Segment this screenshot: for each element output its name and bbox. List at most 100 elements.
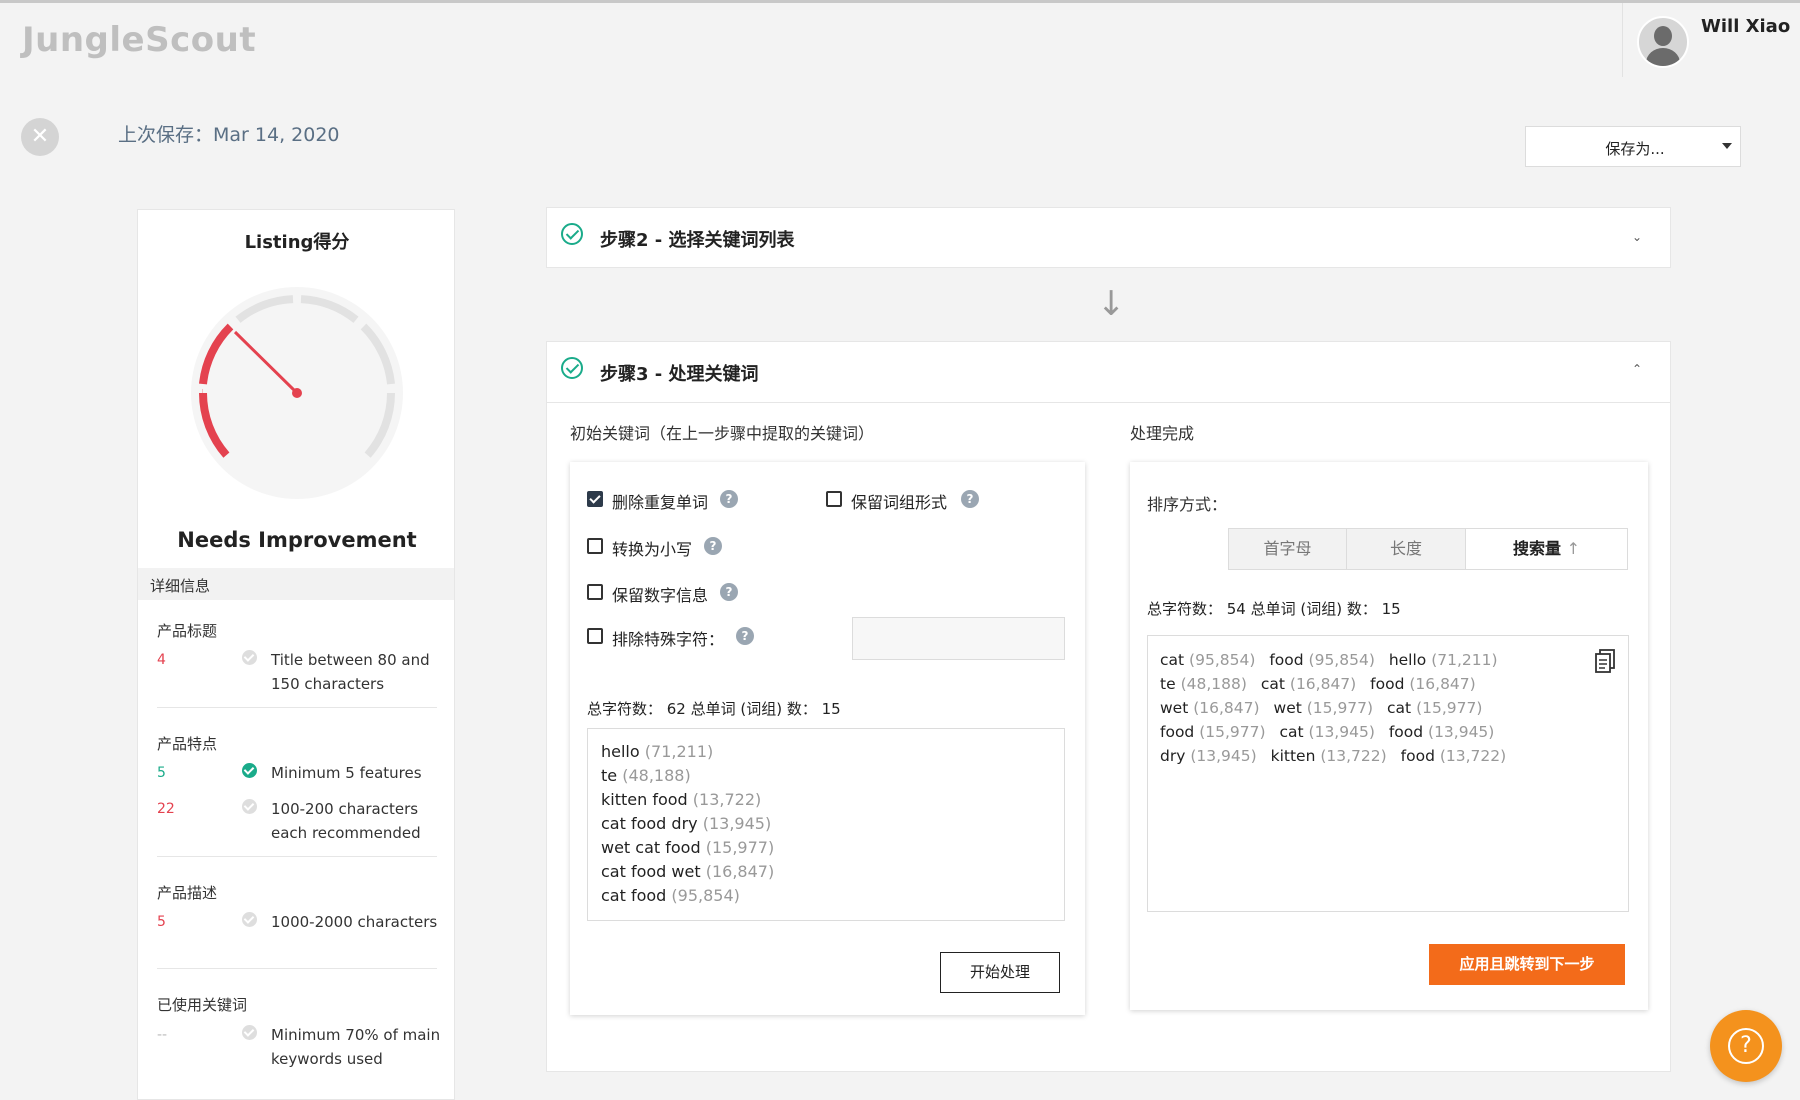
features-chars-count: 22: [157, 801, 175, 817]
initial-keywords-card: 删除重复单词 ? 保留词组形式 ? 转换为小写 ? 保留数字信息 ? 排除特殊字…: [570, 462, 1085, 1015]
remove-duplicates-checkbox[interactable]: [587, 491, 603, 507]
keep-numbers-checkbox[interactable]: [587, 584, 603, 600]
check-circle-icon: [561, 223, 583, 245]
list-item: food (15,977): [1160, 723, 1266, 741]
processed-keywords-list[interactable]: cat (95,854) food (95,854) hello (71,211…: [1147, 635, 1629, 912]
copy-icon[interactable]: [1594, 648, 1616, 674]
help-icon: ?: [1728, 1028, 1764, 1064]
list-item: hello (71,211): [601, 742, 714, 761]
section-title-label: 产品标题: [157, 622, 218, 640]
processed-keywords-card: 排序方式： 首字母 长度 搜索量 ↑ 总字符数： 54 总单词 (词组) 数： …: [1130, 462, 1648, 1010]
processed-keywords-wrap: cat (95,854) food (95,854) hello (71,211…: [1160, 648, 1580, 768]
list-item: cat (13,945): [1279, 723, 1375, 741]
remove-duplicates-label[interactable]: 删除重复单词: [612, 489, 708, 513]
user-name[interactable]: Will Xiao: [1701, 16, 1790, 37]
check-circle-icon: [242, 1025, 257, 1040]
last-saved-text: 上次保存：Mar 14, 2020: [118, 124, 340, 146]
check-circle-icon: [242, 763, 257, 778]
sort-alpha-button[interactable]: 首字母: [1229, 529, 1347, 569]
keep-numbers-label[interactable]: 保留数字信息: [612, 582, 708, 606]
sort-label: 排序方式：: [1147, 495, 1228, 514]
check-circle-icon: [242, 912, 257, 927]
check-circle-icon: [242, 650, 257, 665]
details-header: 详细信息: [138, 568, 454, 600]
features-count: 5: [157, 765, 166, 781]
help-icon[interactable]: ?: [720, 583, 738, 601]
junglescout-logo[interactable]: JungleScout: [22, 20, 256, 60]
arrow-down-icon: ↓: [1097, 284, 1126, 324]
list-item: food (16,847): [1370, 675, 1476, 693]
score-gauge: [191, 287, 403, 499]
list-item: wet cat food (15,977): [601, 838, 775, 857]
list-item: te (48,188): [601, 766, 691, 785]
list-item: cat (95,854): [1160, 651, 1256, 669]
list-item: kitten food (13,722): [601, 790, 762, 809]
chevron-up-icon[interactable]: ⌃: [1632, 362, 1642, 376]
list-item: hello (71,211): [1388, 651, 1498, 669]
title-count: 4: [157, 652, 166, 668]
sort-button-group: 首字母 长度 搜索量 ↑: [1228, 528, 1628, 570]
initial-keywords-list[interactable]: hello (71,211) te (48,188) kitten food (…: [587, 728, 1065, 921]
help-fab-button[interactable]: ?: [1710, 1010, 1782, 1082]
list-item: food (13,945): [1388, 723, 1495, 741]
list-item: cat food (95,854): [601, 886, 740, 905]
score-status: Needs Improvement: [177, 528, 417, 552]
keywords-count: --: [157, 1027, 168, 1043]
list-item: food (13,722): [1400, 747, 1507, 765]
initial-keywords-title: 初始关键词（在上一步骤中提取的关键词）: [570, 424, 875, 443]
user-menu[interactable]: Will Xiao: [1622, 3, 1800, 77]
list-item: cat food wet (16,847): [601, 862, 775, 881]
step2-title[interactable]: 步骤2 - 选择关键词列表: [600, 226, 795, 252]
list-item: dry (13,945): [1160, 747, 1257, 765]
sort-length-button[interactable]: 长度: [1347, 529, 1466, 569]
divider: [157, 968, 437, 969]
avatar[interactable]: [1637, 16, 1689, 68]
title-requirement: Title between 80 and 150 characters: [271, 651, 430, 693]
lowercase-checkbox[interactable]: [587, 538, 603, 554]
sort-asc-icon: ↑: [1566, 539, 1580, 558]
exclude-special-label[interactable]: 排除特殊字符：: [612, 626, 724, 650]
help-icon[interactable]: ?: [704, 537, 722, 555]
list-item: food (95,854): [1269, 651, 1375, 669]
step3-title[interactable]: 步骤3 - 处理关键词: [600, 360, 759, 386]
features-chars-requirement: 100-200 characters each recommended: [271, 800, 421, 842]
save-as-dropdown[interactable]: 保存为...: [1525, 126, 1741, 167]
gauge-pivot: [292, 388, 302, 398]
section-keywords-label: 已使用关键词: [157, 996, 248, 1014]
processed-title: 处理完成: [1130, 424, 1195, 443]
list-item: te (48,188): [1160, 675, 1247, 693]
step2-panel[interactable]: 步骤2 - 选择关键词列表 ⌄: [546, 207, 1671, 268]
help-icon[interactable]: ?: [736, 627, 754, 645]
divider: [547, 402, 1670, 403]
keep-phrase-checkbox[interactable]: [826, 491, 842, 507]
list-item: cat (15,977): [1387, 699, 1483, 717]
details-label: 详细信息: [150, 577, 211, 595]
initial-stats: 总字符数： 62 总单词 (词组) 数： 15: [587, 700, 841, 718]
description-requirement: 1000-2000 characters: [271, 913, 438, 931]
exclude-special-checkbox[interactable]: [587, 628, 603, 644]
help-icon[interactable]: ?: [720, 490, 738, 508]
close-icon[interactable]: ✕: [21, 118, 59, 156]
description-count: 5: [157, 914, 166, 930]
score-title: Listing得分: [244, 232, 350, 253]
section-description-label: 产品描述: [157, 884, 218, 902]
special-chars-input[interactable]: [852, 617, 1065, 660]
features-requirement: Minimum 5 features: [271, 764, 422, 782]
sort-volume-button[interactable]: 搜索量 ↑: [1466, 529, 1627, 569]
list-item: wet (16,847): [1160, 699, 1260, 717]
keywords-requirement: Minimum 70% of main keywords used: [271, 1026, 441, 1068]
start-processing-button[interactable]: 开始处理: [940, 952, 1060, 993]
list-item: cat (16,847): [1260, 675, 1357, 693]
keep-phrase-label[interactable]: 保留词组形式: [851, 489, 947, 513]
apply-next-button[interactable]: 应用且跳转到下一步: [1429, 944, 1625, 985]
step3-panel: 步骤3 - 处理关键词 ⌃ 初始关键词（在上一步骤中提取的关键词） 处理完成 删…: [546, 341, 1671, 1072]
save-as-label: 保存为...: [1605, 140, 1665, 158]
check-circle-icon: [561, 357, 583, 379]
top-border: [0, 0, 1800, 3]
divider: [157, 856, 437, 857]
listing-score-panel: Listing得分 Needs Improvement 详细信息 产品标题 4 …: [137, 209, 455, 1100]
chevron-down-icon[interactable]: ⌄: [1632, 230, 1642, 244]
help-icon[interactable]: ?: [961, 490, 979, 508]
list-item: kitten (13,722): [1270, 747, 1387, 765]
lowercase-label[interactable]: 转换为小写: [612, 536, 692, 560]
